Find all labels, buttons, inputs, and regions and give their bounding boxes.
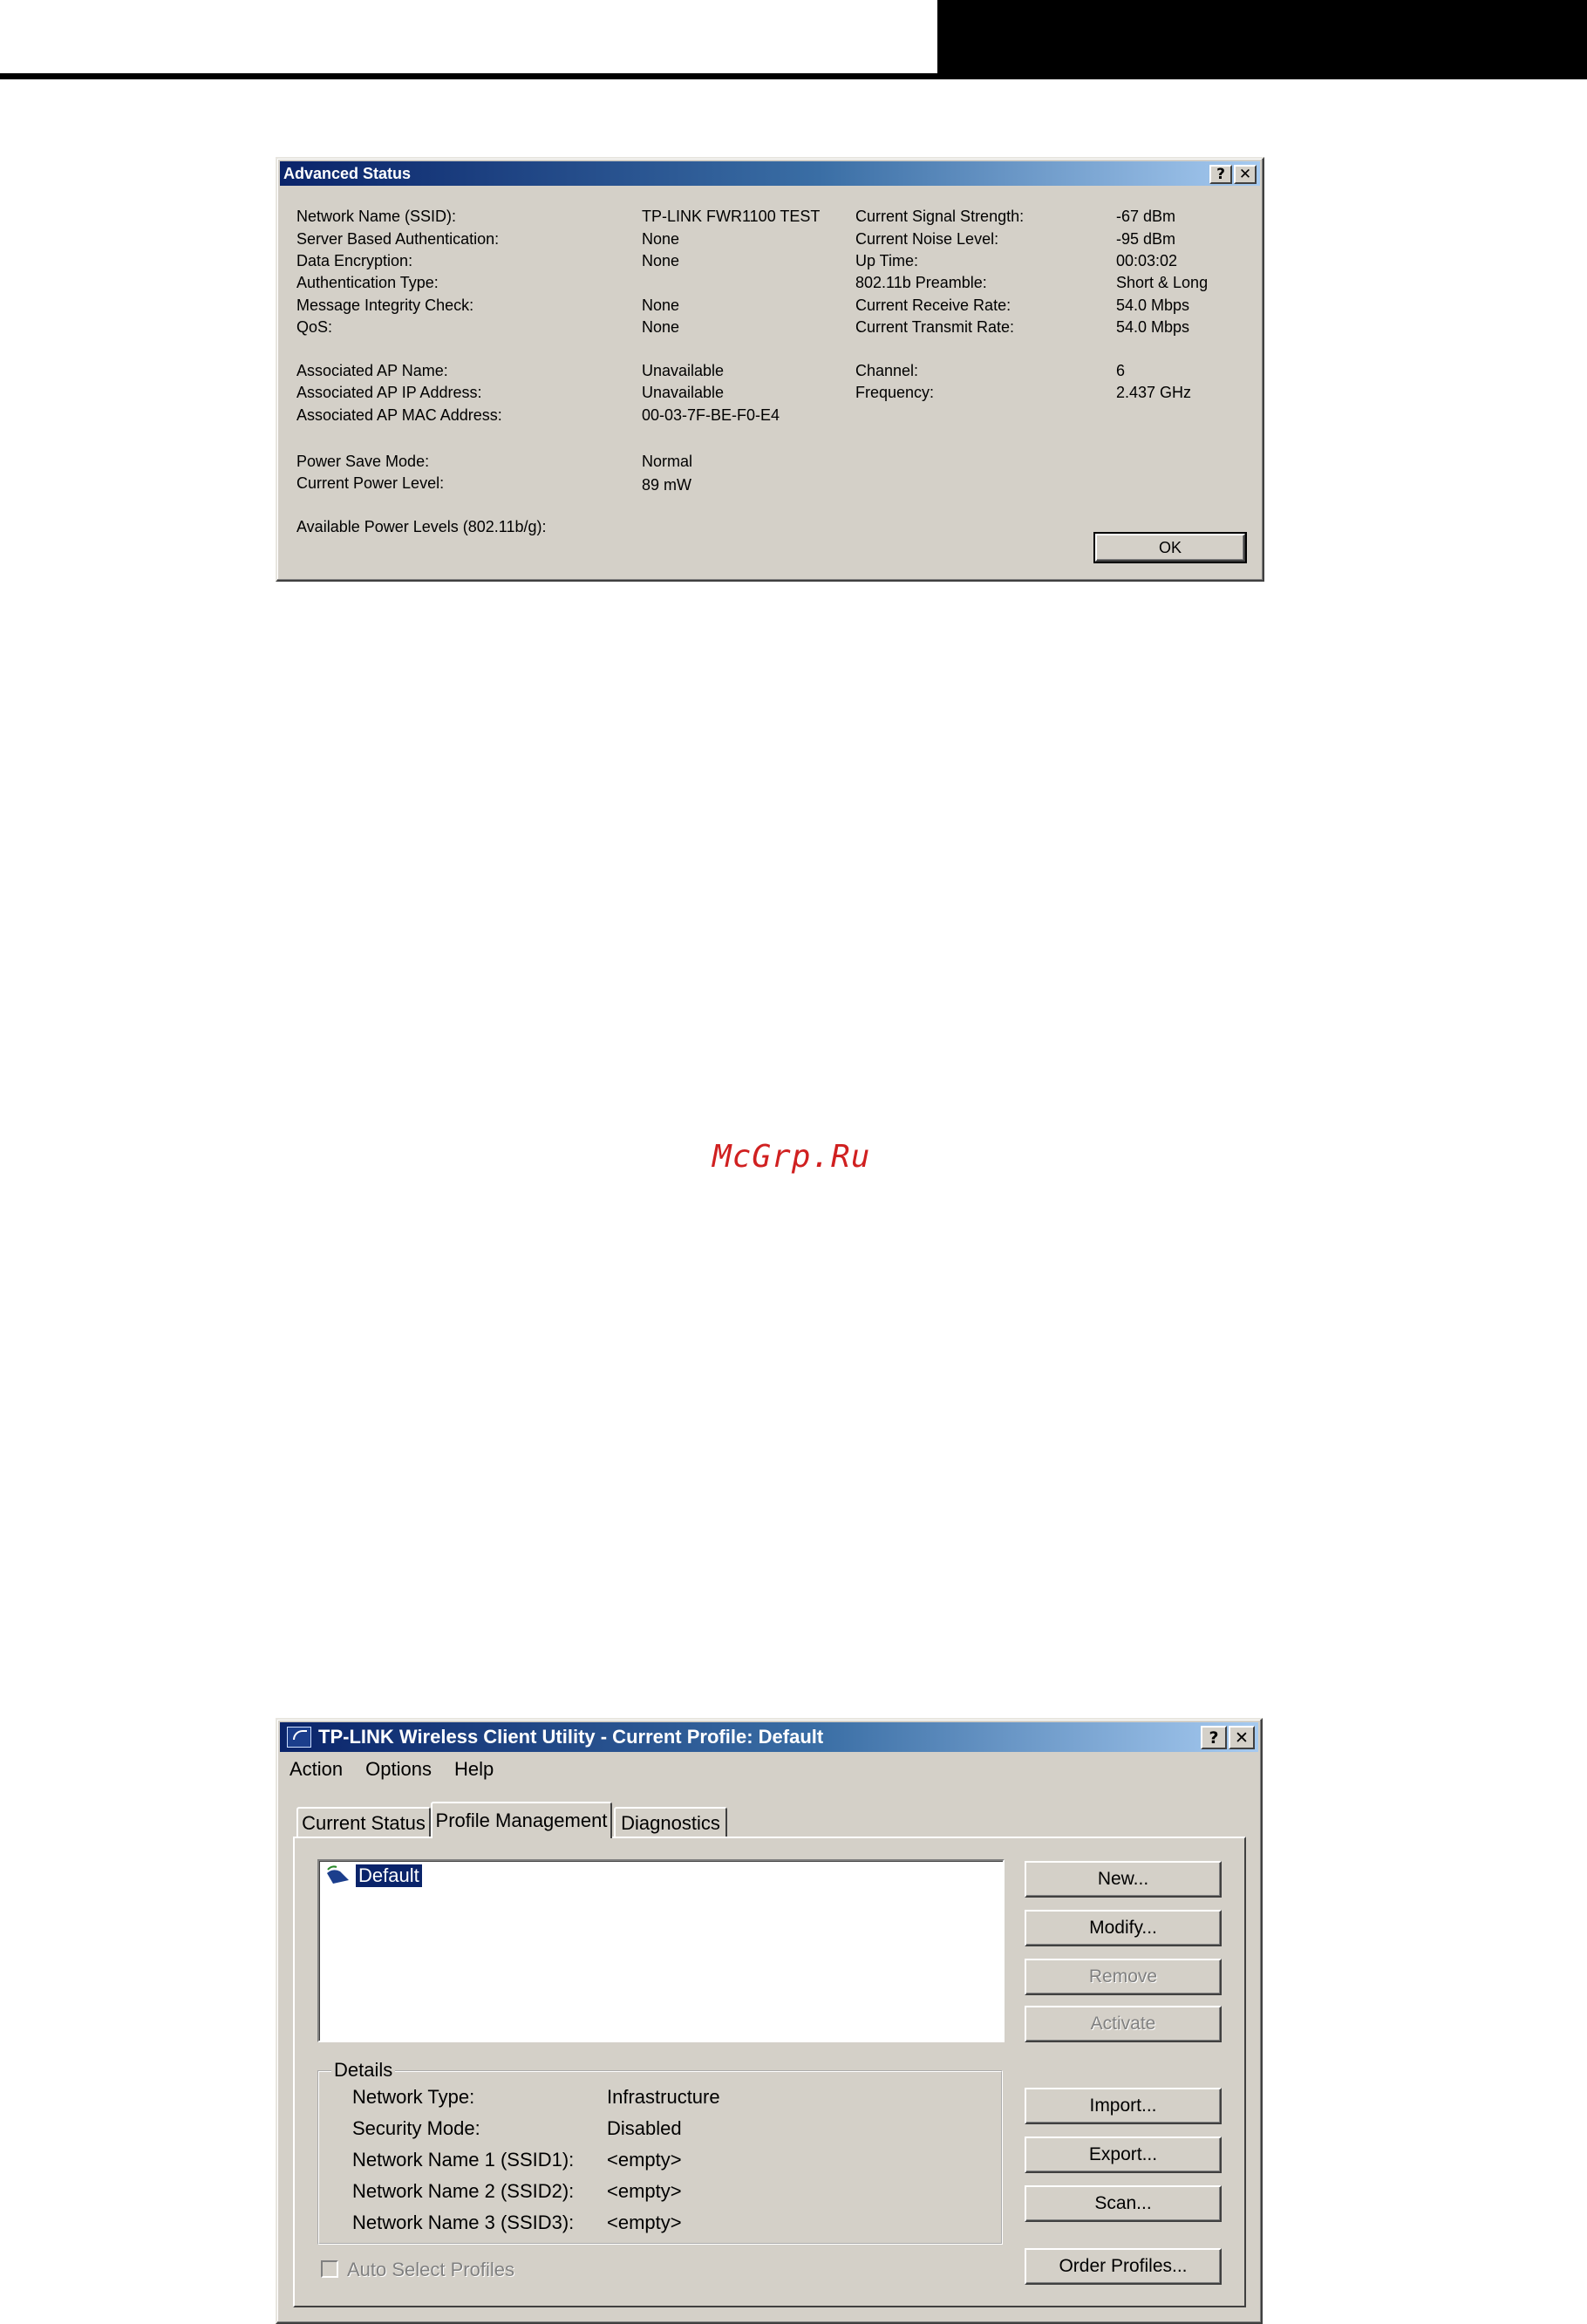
label-preamble: 802.11b Preamble: [855,274,987,291]
remove-button[interactable]: Remove [1025,1959,1222,1995]
label-power-levels: Available Power Levels (802.11b/g): [296,518,547,535]
menu-bar: Action Options Help [289,1758,494,1781]
value-data-encryption: None [642,252,680,269]
help-button[interactable]: ? [1201,1726,1227,1749]
utility-titlebar[interactable]: TP-LINK Wireless Client Utility - Curren… [280,1722,1258,1752]
tab-diagnostics[interactable]: Diagnostics [614,1807,727,1838]
detail-label-network-type: Network Type: [352,2086,475,2108]
value-ap-ip: Unavailable [642,384,725,401]
label-ap-mac: Associated AP MAC Address: [296,406,502,424]
details-title: Details [331,2059,396,2082]
scan-button[interactable]: Scan... [1025,2185,1222,2222]
client-utility-window: TP-LINK Wireless Client Utility - Curren… [276,1718,1263,2324]
label-server-auth: Server Based Authentication: [296,230,500,248]
page-header-rule [0,73,937,79]
tab-current-status[interactable]: Current Status [296,1807,431,1838]
label-frequency: Frequency: [855,384,935,401]
label-channel: Channel: [855,362,919,379]
value-signal-strength: -67 dBm [1116,208,1176,225]
details-group: Details Network Type: Infrastructure Sec… [317,2059,1003,2245]
value-qos: None [642,318,680,336]
value-mic: None [642,296,680,314]
value-channel: 6 [1116,362,1126,379]
label-data-encryption: Data Encryption: [296,252,413,269]
value-ap-mac: 00-03-7F-BE-F0-E4 [642,406,780,424]
value-frequency: 2.437 GHz [1116,384,1192,401]
label-power-level: Current Power Level: [296,474,445,492]
ok-button[interactable]: OK [1093,532,1247,563]
value-ap-name: Unavailable [642,362,725,379]
label-power-save: Power Save Mode: [296,453,430,470]
export-button[interactable]: Export... [1025,2137,1222,2173]
close-button[interactable]: ✕ [1229,1726,1255,1749]
value-transmit-rate: 54.0 Mbps [1116,318,1190,336]
label-noise-level: Current Noise Level: [855,230,999,248]
menu-action[interactable]: Action [289,1758,343,1781]
order-profiles-button[interactable]: Order Profiles... [1025,2248,1222,2285]
value-server-auth: None [642,230,680,248]
detail-value-ssid1: <empty> [607,2149,682,2171]
profile-icon [327,1865,349,1884]
profile-list[interactable]: Default [317,1859,1005,2042]
label-mic: Message Integrity Check: [296,296,474,314]
label-auth-type: Authentication Type: [296,274,439,291]
menu-help[interactable]: Help [454,1758,494,1781]
label-network-name: Network Name (SSID): [296,208,457,225]
page-header-block [937,0,1587,79]
modify-button[interactable]: Modify... [1025,1910,1222,1946]
help-button[interactable]: ? [1209,165,1232,184]
detail-label-security-mode: Security Mode: [352,2117,480,2139]
menu-options[interactable]: Options [365,1758,432,1781]
profile-default[interactable]: Default [355,1864,423,1888]
detail-value-ssid3: <empty> [607,2212,682,2233]
wireless-app-icon [287,1727,311,1748]
label-receive-rate: Current Receive Rate: [855,296,1011,314]
auto-select-checkbox[interactable] [321,2260,338,2278]
label-ap-name: Associated AP Name: [296,362,448,379]
new-button[interactable]: New... [1025,1861,1222,1898]
detail-value-ssid2: <empty> [607,2180,682,2202]
window-title: TP-LINK Wireless Client Utility - Curren… [318,1726,824,1748]
detail-label-ssid2: Network Name 2 (SSID2): [352,2180,575,2202]
detail-label-ssid3: Network Name 3 (SSID3): [352,2212,575,2233]
label-up-time: Up Time: [855,252,919,269]
import-button[interactable]: Import... [1025,2088,1222,2124]
detail-value-network-type: Infrastructure [607,2086,720,2108]
value-noise-level: -95 dBm [1116,230,1176,248]
auto-select-label: Auto Select Profiles [347,2259,514,2280]
activate-button[interactable]: Activate [1025,2006,1222,2042]
tab-profile-management[interactable]: Profile Management [431,1802,612,1838]
value-preamble: Short & Long [1116,274,1209,291]
label-transmit-rate: Current Transmit Rate: [855,318,1015,336]
advanced-status-dialog: Advanced Status ? ✕ Network Name (SSID):… [276,157,1264,582]
detail-value-security-mode: Disabled [607,2117,682,2139]
label-ap-ip: Associated AP IP Address: [296,384,482,401]
value-power-level: 89 mW [642,476,692,494]
detail-label-ssid1: Network Name 1 (SSID1): [352,2149,575,2171]
dialog-title: Advanced Status [283,164,412,182]
watermark: McGrp.Ru [712,1139,871,1175]
value-power-save: Normal [642,453,693,470]
value-receive-rate: 54.0 Mbps [1116,296,1190,314]
list-item[interactable]: Default [324,1864,423,1888]
label-qos: QoS: [296,318,333,336]
value-up-time: 00:03:02 [1116,252,1178,269]
close-button[interactable]: ✕ [1234,165,1257,184]
label-signal-strength: Current Signal Strength: [855,208,1025,225]
advanced-status-titlebar[interactable]: Advanced Status ? ✕ [280,161,1260,186]
value-network-name: TP-LINK FWR1100 TEST [642,208,821,225]
